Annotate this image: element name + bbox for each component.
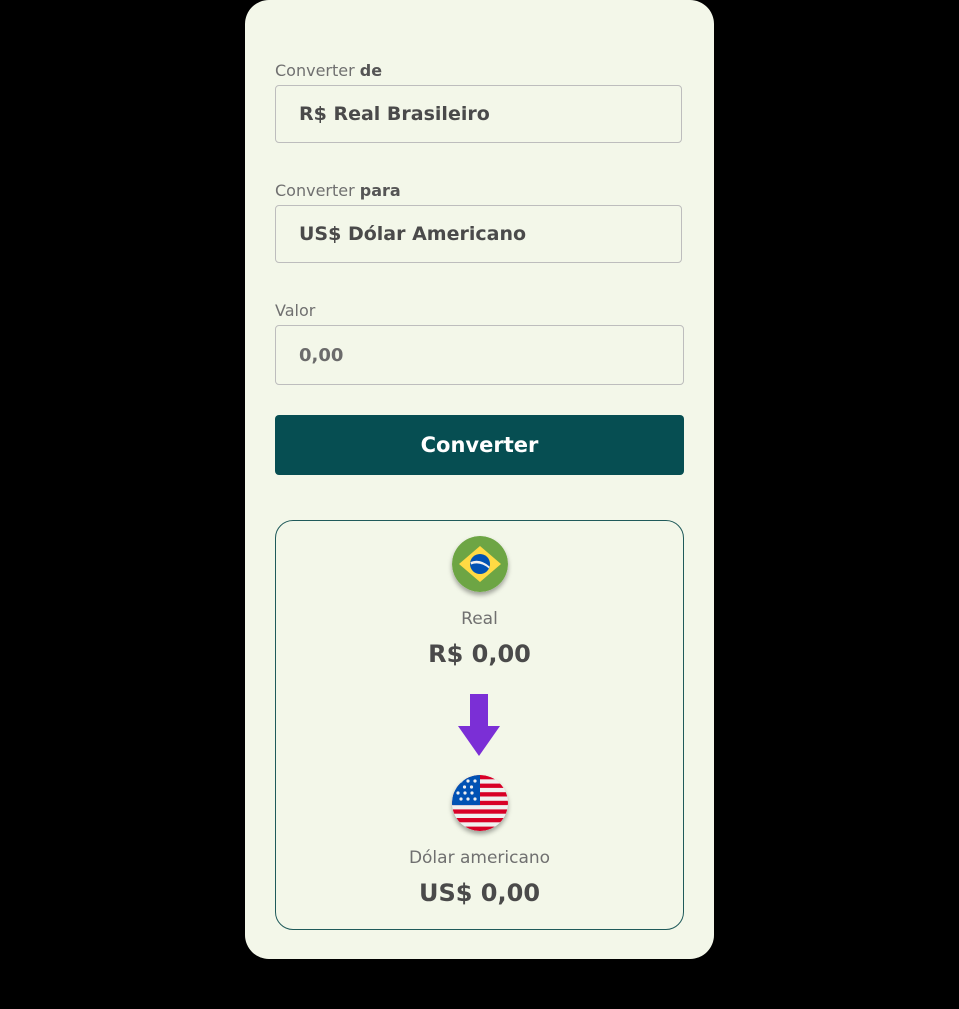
result-panel: Real R$ 0,00 Dólar americano US$ 0,00 <box>275 520 684 930</box>
arrow-down-icon <box>458 694 500 756</box>
to-currency-name: Dólar americano <box>408 848 551 868</box>
to-label-prefix: Converter <box>275 181 355 200</box>
to-label: Converter para <box>275 181 401 200</box>
to-currency-value: US$ 0,00 <box>418 879 541 907</box>
value-label: Valor <box>275 301 316 320</box>
value-input[interactable] <box>275 325 684 385</box>
convert-button[interactable]: Converter <box>275 415 684 475</box>
from-currency-selected: R$ Real Brasileiro <box>299 103 490 125</box>
to-currency-selected: US$ Dólar Americano <box>299 223 527 245</box>
to-currency-select[interactable]: US$ Dólar Americano <box>275 205 682 263</box>
from-label-prefix: Converter <box>275 61 355 80</box>
to-label-bold: para <box>359 181 401 200</box>
from-currency-name: Real <box>461 609 498 629</box>
from-currency-select[interactable]: R$ Real Brasileiro <box>275 85 682 143</box>
brazil-flag-icon <box>452 536 508 592</box>
converter-card: Converter de R$ Real Brasileiro Converte… <box>245 0 714 959</box>
from-label-bold: de <box>359 61 383 80</box>
from-currency-value: R$ 0,00 <box>428 640 531 668</box>
usa-flag-icon <box>452 775 508 831</box>
from-label: Converter de <box>275 61 382 80</box>
